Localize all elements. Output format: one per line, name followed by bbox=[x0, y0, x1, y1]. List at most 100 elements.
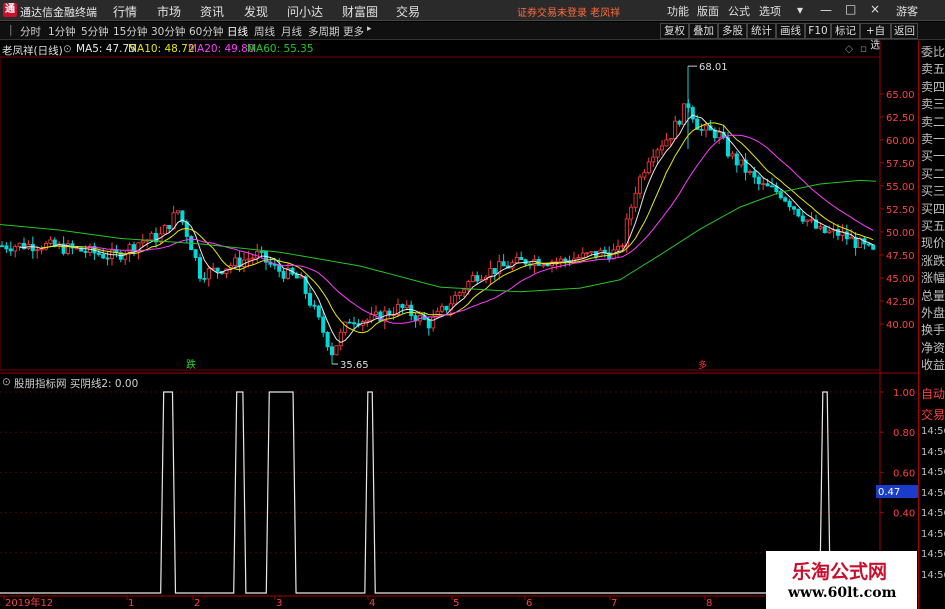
candle-body bbox=[783, 197, 788, 202]
candle-body bbox=[105, 257, 110, 260]
chart-area[interactable]: 68.0135.65跌多 65.0062.5060.0057.5055.0052… bbox=[0, 0, 945, 609]
candle-body bbox=[655, 149, 660, 158]
candle-body bbox=[770, 185, 775, 188]
candle-body bbox=[250, 257, 255, 260]
candle-body bbox=[734, 153, 739, 166]
candle-body bbox=[638, 176, 643, 194]
candle-body bbox=[589, 251, 594, 254]
side-field-label: 现价 bbox=[921, 236, 945, 251]
trade-time-label: 14:56 bbox=[921, 426, 945, 437]
candle-body bbox=[739, 159, 744, 166]
trade-time-label: 14:56 bbox=[921, 569, 945, 581]
candle-body bbox=[818, 226, 823, 229]
trade-time-label: 14:56 bbox=[921, 467, 945, 478]
candle-body bbox=[849, 236, 854, 240]
price-tick-label: 52.50 bbox=[886, 205, 915, 216]
candle-body bbox=[541, 264, 546, 267]
candle-body bbox=[334, 345, 339, 356]
candle-body bbox=[682, 103, 687, 125]
indicator-tick-label: 1.00 bbox=[893, 388, 915, 399]
candle-body bbox=[30, 243, 35, 252]
candle-body bbox=[39, 248, 44, 251]
candle-body bbox=[162, 224, 167, 235]
candle-body bbox=[351, 322, 356, 325]
candle-body bbox=[404, 304, 409, 309]
candle-body bbox=[321, 316, 326, 333]
signal-label-red: 多 bbox=[698, 359, 707, 371]
candle-body bbox=[426, 319, 431, 329]
candle-body bbox=[365, 319, 370, 323]
candle-body bbox=[765, 183, 770, 187]
candle-body bbox=[580, 252, 585, 259]
date-label: 3 bbox=[276, 598, 282, 609]
high-price-label: 68.01 bbox=[699, 62, 728, 73]
price-tick-label: 60.00 bbox=[886, 136, 915, 147]
auto-trade-label[interactable]: 自动 bbox=[921, 385, 945, 402]
side-field-label: 买五 bbox=[921, 219, 945, 233]
candle-body bbox=[259, 251, 264, 253]
side-field-label: 涨幅 bbox=[921, 271, 945, 286]
signal-label-green: 跌 bbox=[186, 358, 196, 371]
candle-body bbox=[48, 239, 53, 244]
candle-body bbox=[444, 305, 449, 311]
candle-body bbox=[699, 129, 704, 131]
price-tick-label: 42.50 bbox=[886, 297, 915, 308]
candle-body bbox=[761, 183, 766, 186]
side-field-label: 收益 bbox=[921, 358, 945, 373]
candle-body bbox=[4, 245, 9, 250]
trade-time-label: 14:56 bbox=[921, 528, 945, 540]
candle-body bbox=[193, 249, 198, 258]
candle-body bbox=[805, 219, 810, 222]
indicator-tick-label: 0.60 bbox=[893, 468, 915, 479]
side-field-label: 卖五 bbox=[921, 62, 945, 77]
candle-body bbox=[545, 264, 550, 267]
candle-body bbox=[704, 125, 709, 131]
candle-body bbox=[558, 258, 563, 263]
candle-body bbox=[378, 311, 383, 322]
price-tick-label: 45.00 bbox=[886, 274, 915, 285]
side-field-label: 卖一 bbox=[921, 132, 945, 146]
candle-body bbox=[277, 264, 282, 272]
watermark: 乐淘公式网 www.60lt.com bbox=[766, 551, 917, 609]
candle-body bbox=[369, 314, 374, 321]
candle-body bbox=[475, 275, 480, 282]
candle-body bbox=[347, 321, 352, 324]
side-field-label: 总量 bbox=[921, 288, 945, 303]
quote-side-panel: 委比 卖五 卖四 卖三 卖二 卖一 买一 买二 买三 买四 买五 现价 涨跌 涨幅 总量 外盘 换手 净资 收益 自动… bbox=[918, 41, 945, 609]
price-tick-label: 55.00 bbox=[886, 182, 915, 193]
candle-body bbox=[8, 248, 13, 252]
candle-body bbox=[822, 226, 827, 233]
date-label: 1 bbox=[128, 598, 134, 609]
candle-body bbox=[871, 244, 876, 250]
date-label: 2019年12 bbox=[5, 596, 53, 609]
candle-body bbox=[338, 331, 343, 347]
candle-body bbox=[585, 252, 590, 255]
candle-body bbox=[787, 200, 792, 208]
candle-body bbox=[756, 176, 761, 185]
price-tick-label: 40.00 bbox=[886, 320, 915, 331]
candle-body bbox=[215, 267, 220, 272]
price-tick-label: 62.50 bbox=[886, 113, 915, 124]
candle-body bbox=[175, 210, 180, 214]
current-value-label: 0.47 bbox=[878, 487, 900, 498]
candle-body bbox=[96, 252, 101, 255]
candle-body bbox=[167, 224, 172, 230]
candle-body bbox=[373, 311, 378, 316]
side-field-label: 委比 bbox=[921, 45, 945, 59]
candle-body bbox=[668, 138, 673, 141]
candle-body bbox=[255, 251, 260, 259]
auto-trade-label[interactable]: 交易 bbox=[921, 406, 945, 423]
candle-body bbox=[202, 277, 207, 280]
price-tick-label: 57.50 bbox=[886, 159, 915, 170]
trade-time-label: 14:56 bbox=[921, 446, 945, 458]
candle-body bbox=[752, 171, 757, 178]
candle-body bbox=[730, 153, 735, 157]
side-field-label: 外盘 bbox=[921, 306, 945, 320]
side-field-label: 换手 bbox=[921, 323, 945, 338]
candle-body bbox=[343, 321, 348, 333]
candle-body bbox=[140, 240, 145, 244]
watermark-title: 乐淘公式网 bbox=[792, 561, 888, 583]
candle-body bbox=[246, 258, 251, 261]
candle-body bbox=[439, 305, 444, 312]
side-field-label: 净资 bbox=[921, 340, 945, 355]
